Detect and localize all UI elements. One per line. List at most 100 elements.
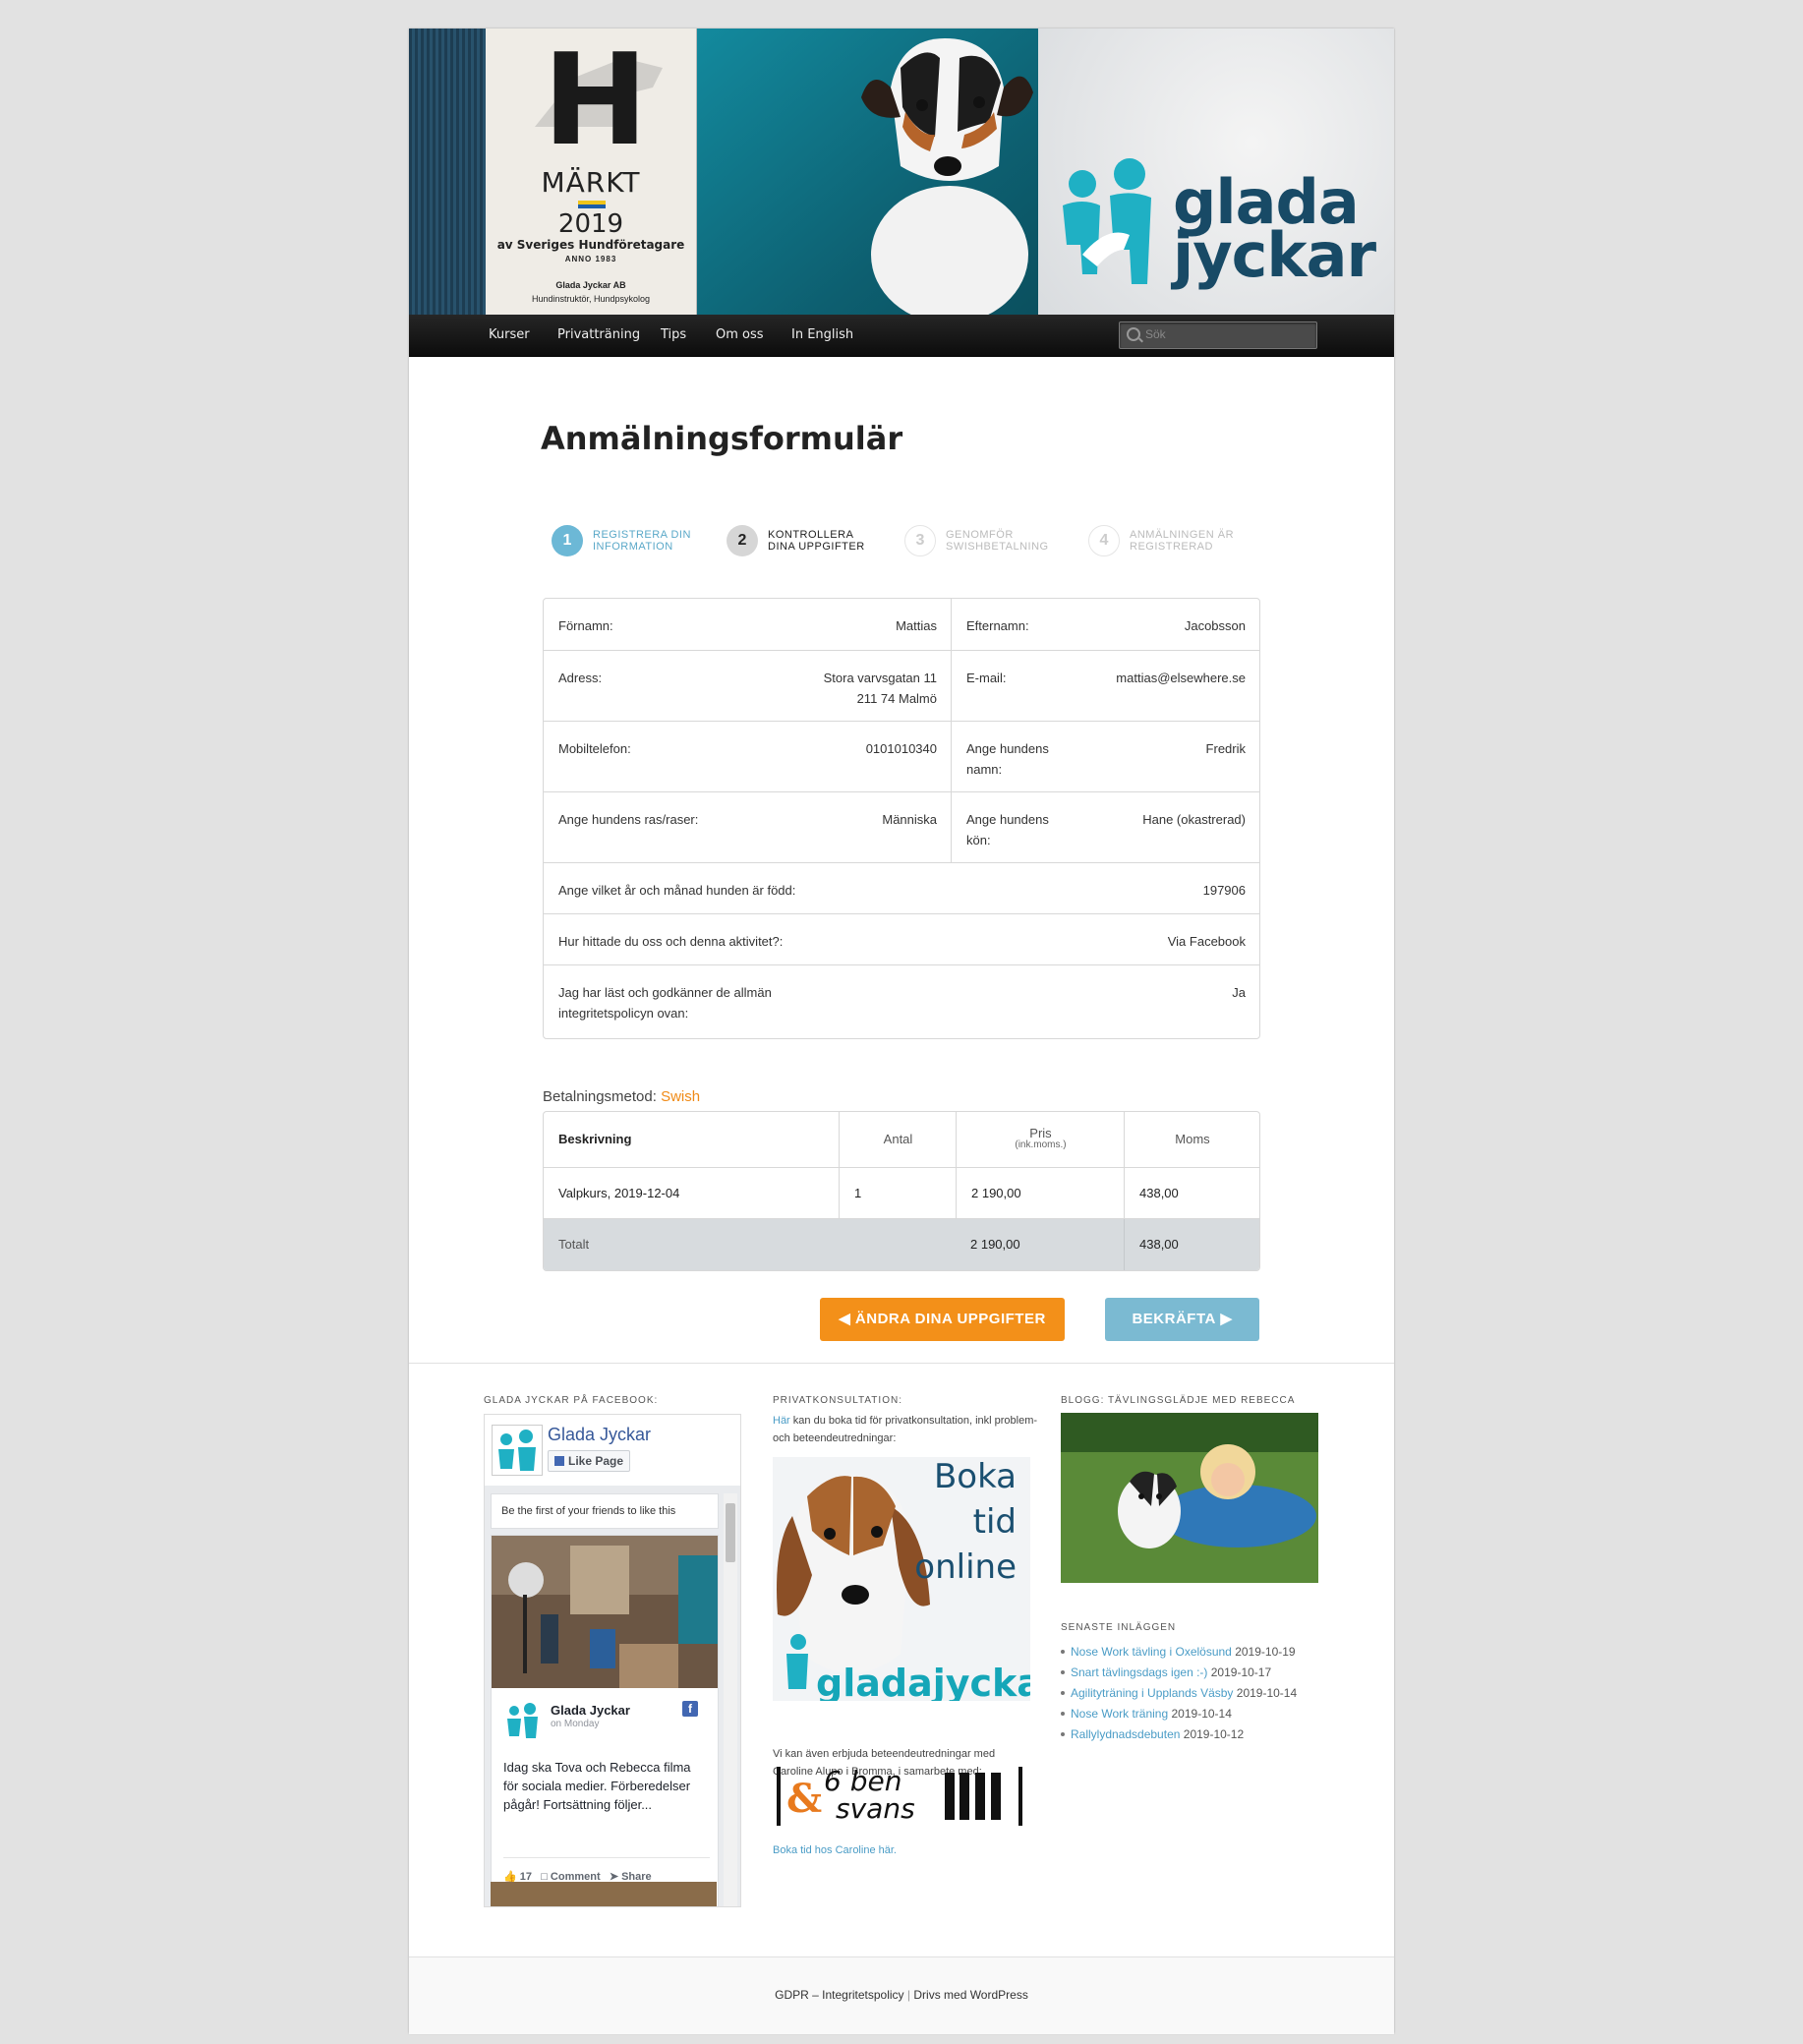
search-input[interactable]: Sök xyxy=(1119,321,1317,349)
confirm-button[interactable]: BEKRÄFTA ▶ xyxy=(1105,1298,1259,1341)
row-adress: Adress: Stora varvsgatan 11 211 74 Malmö … xyxy=(544,650,1259,722)
page-container: H MÄRKT 2019 av Sveriges Hundföretagare … xyxy=(409,29,1394,2034)
order-cell-price: 2 190,00 xyxy=(956,1168,1125,1219)
fb-page-name[interactable]: Glada Jyckar xyxy=(548,1425,651,1445)
row-fodd: Ange vilket år och månad hunden är född:… xyxy=(544,862,1259,914)
order-header-desc: Beskrivning xyxy=(558,1132,632,1146)
adress-value: Stora varvsgatan 11 211 74 Malmö xyxy=(824,668,937,709)
nav-in-english[interactable]: In English xyxy=(791,315,853,355)
badge-h-letter: H xyxy=(543,29,649,174)
badge-flag xyxy=(578,201,606,208)
h-markt-badge: H MÄRKT 2019 av Sveriges Hundföretagare … xyxy=(486,29,697,315)
privat-link[interactable]: Här xyxy=(773,1415,790,1427)
order-total-label-cell: Totalt xyxy=(544,1219,839,1270)
payment-swish: Swish xyxy=(661,1088,701,1105)
order-row-qty: 1 xyxy=(854,1186,862,1200)
bullet xyxy=(1061,1650,1065,1654)
main-nav: Kurser Privatträning Tips Om oss In Engl… xyxy=(409,315,1394,357)
fb-scrollbar-thumb[interactable] xyxy=(726,1503,735,1562)
badge-company: Glada Jyckar AB xyxy=(555,280,626,290)
fb-post-author[interactable]: Glada Jyckar xyxy=(551,1703,630,1718)
cell-policy: Jag har läst och godkänner de allmän int… xyxy=(544,965,1259,1039)
6-ben-svans-logo[interactable]: & 6 ben svans xyxy=(773,1763,1030,1830)
fornamn-label: Förnamn: xyxy=(558,618,613,633)
boka-word-3: online xyxy=(914,1548,1017,1587)
caret-left-icon: ◀ xyxy=(839,1311,855,1327)
nav-tips[interactable]: Tips xyxy=(661,315,686,355)
recent-post-2-link[interactable]: Snart tävlingsdags igen :-) xyxy=(1071,1665,1207,1679)
nav-om-oss[interactable]: Om oss xyxy=(716,315,764,355)
glada-jyckar-logo-text: glada jyckar xyxy=(1173,172,1376,286)
boka-word-2: tid xyxy=(972,1502,1017,1542)
gdpr-link[interactable]: GDPR – Integritetspolicy xyxy=(775,1988,903,2002)
mobil-label: Mobiltelefon: xyxy=(558,741,631,756)
efternamn-value: Jacobsson xyxy=(1184,618,1246,633)
adress-line1: Stora varvsgatan 11 xyxy=(823,671,937,685)
cell-adress: Adress: Stora varvsgatan 11 211 74 Malmö xyxy=(544,651,951,722)
recent-post-1-link[interactable]: Nose Work tävling i Oxelösund xyxy=(1071,1645,1232,1659)
fodd-label: Ange vilket år och månad hunden är född: xyxy=(558,883,796,898)
order-row-price: 2 190,00 xyxy=(971,1186,1021,1200)
adress-line2: 211 74 Malmö xyxy=(856,691,937,706)
caroline-booking-link[interactable]: Boka tid hos Caroline här. xyxy=(773,1841,897,1859)
bullet xyxy=(1061,1732,1065,1736)
fb-post-date[interactable]: on Monday xyxy=(551,1719,599,1729)
bullet xyxy=(1061,1712,1065,1716)
order-row: Valpkurs, 2019-12-04 1 2 190,00 438,00 xyxy=(544,1167,1259,1219)
site-header[interactable]: H MÄRKT 2019 av Sveriges Hundföretagare … xyxy=(409,29,1394,315)
recent-post-4-date: 2019-10-14 xyxy=(1171,1707,1232,1721)
hittade-value: Via Facebook xyxy=(1167,934,1246,949)
boka-tid-online-banner[interactable]: Boka tid online gladajyckar xyxy=(773,1457,1030,1701)
recent-post-5: Rallylydnadsdebuten 2019-10-12 xyxy=(1061,1724,1244,1745)
recent-post-3-link[interactable]: Agilityträning i Upplands Väsby xyxy=(1071,1686,1233,1700)
policy-label: Jag har läst och godkänner de allmän int… xyxy=(558,985,772,1021)
order-header-price-sub: (ink.moms.) xyxy=(1015,1139,1067,1150)
content-separator xyxy=(409,1363,1394,1364)
fb-scrollbar[interactable] xyxy=(724,1493,737,1906)
payment-label: Betalningsmetod: xyxy=(543,1088,657,1105)
policy-value: Ja xyxy=(1232,985,1246,1000)
order-row-vat: 438,00 xyxy=(1139,1186,1179,1200)
recent-post-4: Nose Work träning 2019-10-14 xyxy=(1061,1704,1232,1724)
site-footer: GDPR – Integritetspolicy | Drivs med Wor… xyxy=(409,1956,1394,2034)
recent-post-3-date: 2019-10-14 xyxy=(1236,1686,1298,1700)
recent-post-3: Agilityträning i Upplands Väsby 2019-10-… xyxy=(1061,1683,1297,1704)
hittade-label: Hur hittade du oss och denna aktivitet?: xyxy=(558,934,784,949)
cell-hittade: Hur hittade du oss och denna aktivitet?:… xyxy=(544,914,1259,965)
kon-label: Ange hundens kön: xyxy=(966,812,1049,847)
kon-value: Hane (okastrerad) xyxy=(1142,812,1246,827)
order-header-vat: Moms xyxy=(1175,1132,1210,1146)
recent-post-5-link[interactable]: Rallylydnadsdebuten xyxy=(1071,1727,1180,1741)
search-placeholder: Sök xyxy=(1145,327,1166,341)
privat-intro-text: kan du boka tid för privatkonsultation, … xyxy=(773,1415,1038,1444)
recent-post-5-date: 2019-10-12 xyxy=(1183,1727,1245,1741)
fb-post-actions: 👍 17 □ Comment ➤ Share xyxy=(503,1857,710,1883)
nav-kurser[interactable]: Kurser xyxy=(489,315,530,355)
fb-friends-notice: Be the first of your friends to like thi… xyxy=(491,1493,719,1529)
fb-post-photo[interactable] xyxy=(492,1536,718,1688)
payment-method: Betalningsmetod: Swish xyxy=(543,1088,700,1105)
cell-email: E-mail: mattias@elsewhere.se xyxy=(952,651,1259,722)
blog-photo[interactable] xyxy=(1061,1413,1318,1583)
nav-privattraning[interactable]: Privatträning xyxy=(557,315,640,355)
step-4-label: ANMÄLNINGEN ÄR REGISTRERAD xyxy=(1130,529,1235,553)
fb-page-logo[interactable] xyxy=(492,1425,543,1476)
bullet xyxy=(1061,1670,1065,1674)
order-header-price: Pris xyxy=(1029,1126,1052,1140)
order-cell-vat: 438,00 xyxy=(1124,1168,1259,1219)
badge-markt: MÄRKT xyxy=(541,166,641,199)
facebook-page-plugin[interactable]: Glada Jyckar Like Page Be the first of y… xyxy=(484,1414,741,1907)
fb-post[interactable]: Glada Jyckar on Monday f Idag ska Tova o… xyxy=(491,1535,719,1906)
wordpress-link[interactable]: Drivs med WordPress xyxy=(913,1988,1027,2002)
order-total-price-cell: 2 190,00 xyxy=(956,1219,1124,1270)
cell-efternamn: Efternamn: Jacobsson xyxy=(952,599,1259,650)
recent-post-1-date: 2019-10-19 xyxy=(1235,1645,1296,1659)
blog-photo-graphic xyxy=(1061,1413,1318,1583)
ras-value: Människa xyxy=(882,812,937,827)
edit-details-button[interactable]: ◀ ÄNDRA DINA UPPGIFTER xyxy=(820,1298,1065,1341)
recent-post-1: Nose Work tävling i Oxelösund 2019-10-19 xyxy=(1061,1642,1296,1663)
recent-post-4-link[interactable]: Nose Work träning xyxy=(1071,1707,1168,1721)
order-total-price: 2 190,00 xyxy=(970,1237,1020,1252)
fb-like-page-button[interactable]: Like Page xyxy=(548,1450,631,1472)
order-col-qty: Antal xyxy=(839,1112,957,1167)
